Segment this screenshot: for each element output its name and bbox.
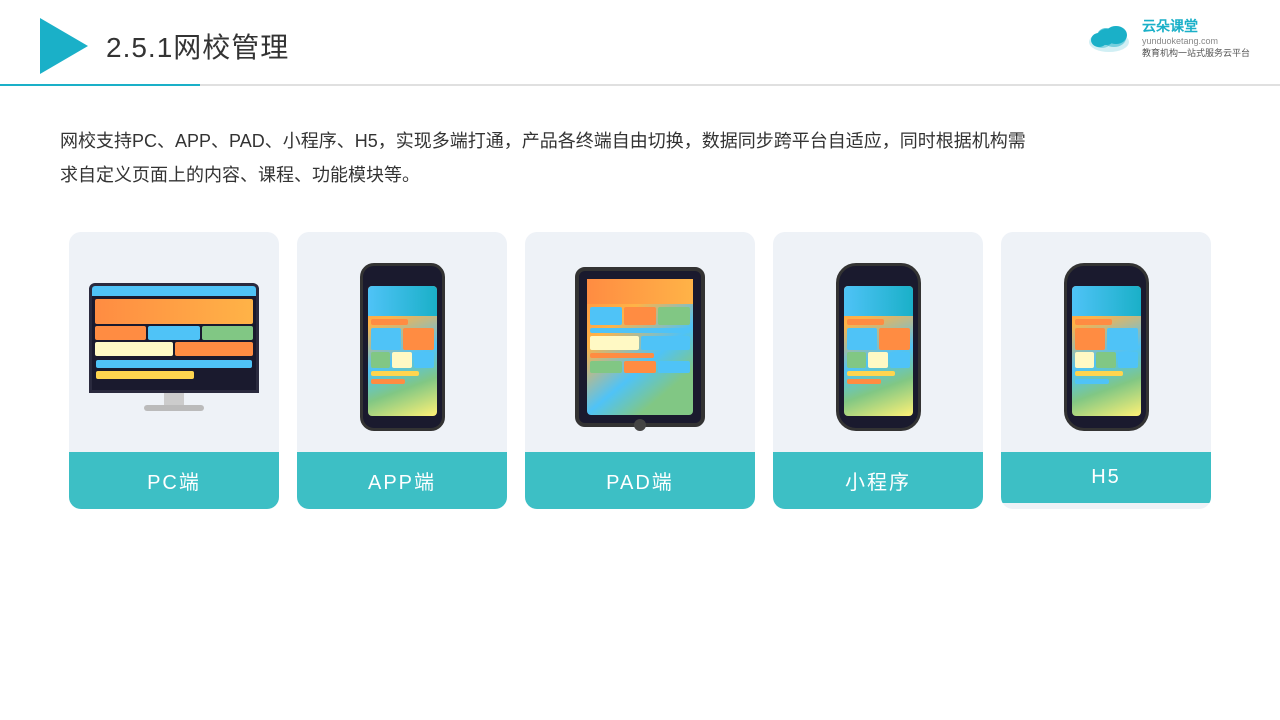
- device-cards: PC端: [0, 192, 1280, 509]
- pc-mockup: [89, 283, 259, 411]
- card-pad-image: [525, 232, 755, 452]
- card-app-label: APP端: [297, 452, 507, 509]
- card-pc-image: [69, 232, 279, 452]
- h5-mockup: [1064, 263, 1149, 431]
- brand-logo: 云朵课堂 yunduoketang.com 教育机构一站式服务云平台: [1084, 16, 1250, 59]
- card-pad-label: PAD端: [525, 452, 755, 509]
- page-title: 2.5.1网校管理: [106, 26, 289, 66]
- pad-mockup: [575, 267, 705, 427]
- logo-icon: [40, 18, 88, 74]
- cloud-icon: [1084, 22, 1134, 54]
- app-mockup: [360, 263, 445, 431]
- card-app: APP端: [297, 232, 507, 509]
- card-miniprogram: 小程序: [773, 232, 983, 509]
- card-miniprogram-image: [773, 232, 983, 452]
- header-divider: [0, 84, 1280, 86]
- card-pc: PC端: [69, 232, 279, 509]
- card-h5-label: H5: [1001, 452, 1211, 503]
- card-pc-label: PC端: [69, 452, 279, 509]
- brand-info: 云朵课堂 yunduoketang.com 教育机构一站式服务云平台: [1142, 16, 1250, 59]
- card-h5-image: [1001, 232, 1211, 452]
- description-text: 网校支持PC、APP、PAD、小程序、H5，实现多端打通，产品各终端自由切换，数…: [0, 74, 1100, 192]
- card-h5: H5: [1001, 232, 1211, 509]
- card-pad: PAD端: [525, 232, 755, 509]
- card-miniprogram-label: 小程序: [773, 452, 983, 509]
- miniprogram-mockup: [836, 263, 921, 431]
- card-app-image: [297, 232, 507, 452]
